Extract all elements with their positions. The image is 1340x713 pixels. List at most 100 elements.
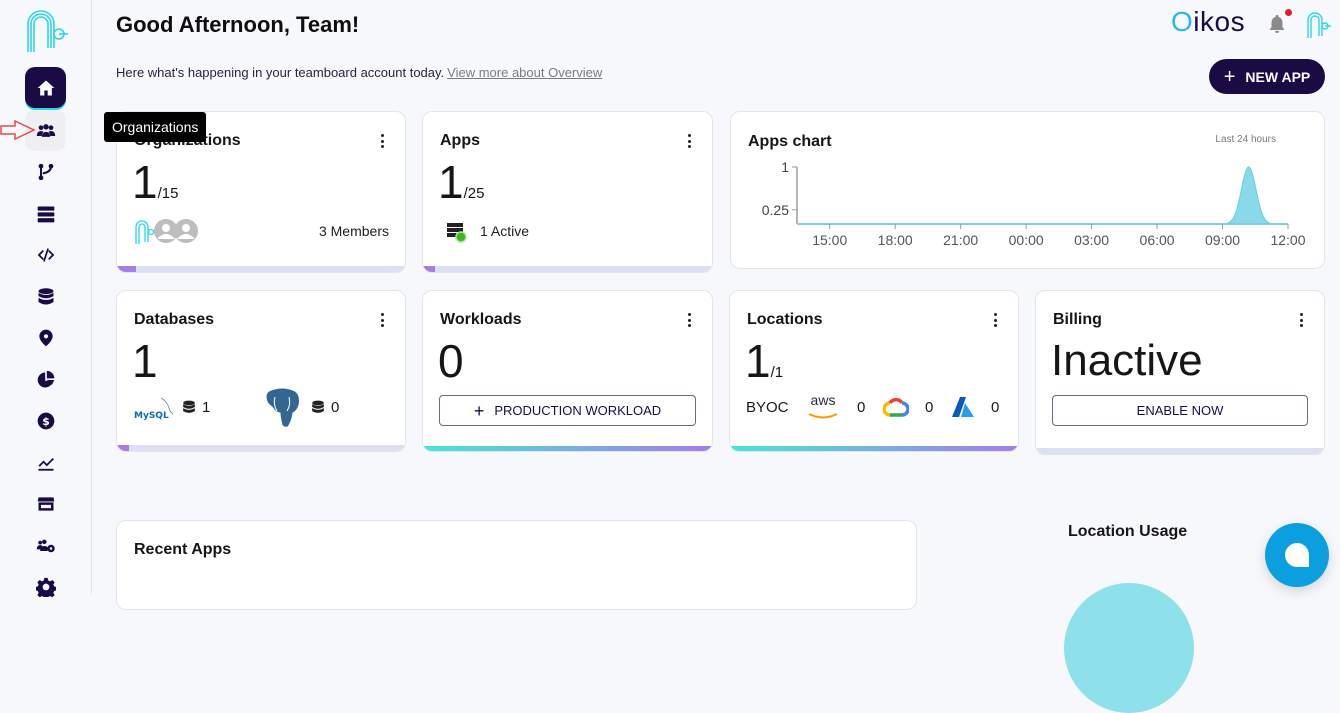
user-avatar-icon[interactable] bbox=[1305, 10, 1331, 38]
notification-dot bbox=[1285, 9, 1292, 16]
sidebar-item-billing[interactable]: $ bbox=[25, 400, 66, 441]
sidebar-item-databases[interactable] bbox=[25, 276, 66, 317]
postgresql-logo-icon bbox=[265, 387, 300, 428]
databases-progress-track bbox=[117, 445, 405, 451]
active-apps: 1 Active bbox=[480, 223, 530, 239]
card-title: Workloads bbox=[440, 311, 522, 328]
sidebar-item-marketplace[interactable] bbox=[25, 483, 66, 524]
y-tick-label: 0.25 bbox=[762, 202, 789, 218]
page-subtitle: Here what's happening in your teamboard … bbox=[116, 65, 602, 80]
count-value: 1 bbox=[438, 156, 464, 208]
x-tick-label: 00:00 bbox=[1009, 232, 1044, 248]
mysql-count: 1 bbox=[202, 399, 211, 416]
sidebar-item-servers[interactable] bbox=[25, 193, 66, 234]
databases-progress-fill bbox=[117, 445, 129, 451]
apps-chart-card: Apps chart Last 24 hours 1 0.25 15:00 18:00… bbox=[730, 111, 1325, 269]
x-tick-label: 03:00 bbox=[1074, 232, 1109, 248]
button-label: ENABLE NOW bbox=[1136, 403, 1224, 418]
more-options-icon[interactable] bbox=[1298, 313, 1304, 327]
more-options-icon[interactable] bbox=[992, 313, 998, 327]
more-options-icon[interactable] bbox=[686, 134, 692, 148]
server-active-icon bbox=[447, 223, 467, 243]
chat-widget-button[interactable] bbox=[1265, 523, 1329, 587]
new-app-button[interactable]: + NEW APP bbox=[1209, 59, 1325, 94]
recent-apps-card: Recent Apps bbox=[116, 520, 917, 610]
svg-text:MySQL: MySQL bbox=[134, 411, 169, 421]
pie-chart-icon bbox=[37, 370, 54, 387]
count-limit: /1 bbox=[770, 364, 784, 381]
production-workload-button[interactable]: + PRODUCTION WORKLOAD bbox=[439, 395, 696, 426]
database-icon bbox=[183, 400, 195, 413]
sidebar-item-home[interactable] bbox=[25, 67, 66, 108]
apps-progress-fill bbox=[423, 266, 435, 272]
sidebar-item-reports[interactable] bbox=[25, 359, 66, 400]
plus-icon: + bbox=[473, 400, 485, 421]
sidebar-item-settings[interactable] bbox=[25, 566, 66, 607]
tooltip-organizations: Organizations bbox=[104, 112, 207, 142]
locations-card: Locations 1/1 BYOC aws 0 0 0 bbox=[729, 290, 1019, 452]
count-limit: /25 bbox=[463, 185, 485, 202]
workloads-count: 0 bbox=[438, 335, 464, 387]
sidebar-item-team-settings[interactable] bbox=[25, 525, 66, 566]
x-tick-label: 12:00 bbox=[1270, 232, 1305, 248]
card-title: Billing bbox=[1053, 311, 1102, 328]
users-icon bbox=[36, 123, 55, 137]
sidebar-item-locations[interactable] bbox=[25, 317, 66, 358]
databases-card: Databases 1 MySQL 1 0 bbox=[116, 290, 406, 452]
google-cloud-icon bbox=[883, 397, 909, 417]
x-tick-label: 15:00 bbox=[812, 232, 847, 248]
sidebar: $ bbox=[0, 0, 92, 597]
byoc-label: BYOC bbox=[746, 399, 789, 416]
mysql-logo-icon: MySQL bbox=[133, 397, 175, 421]
recent-apps-title: Recent Apps bbox=[134, 541, 232, 558]
database-icon bbox=[312, 400, 324, 413]
card-title: Apps bbox=[440, 132, 480, 149]
organizations-progress-fill bbox=[117, 266, 137, 272]
bell-icon[interactable] bbox=[1268, 14, 1286, 34]
apps-chart: 1 0.25 15:00 18:00 21:00 00:00 03:00 06:00 09:00… bbox=[762, 159, 1306, 248]
enable-now-button[interactable]: ENABLE NOW bbox=[1052, 395, 1308, 426]
svg-text:$: $ bbox=[42, 415, 50, 428]
databases-count: 1 bbox=[132, 335, 158, 387]
page-title: Good Afternoon, Team! bbox=[116, 12, 360, 37]
x-tick-label: 18:00 bbox=[878, 232, 913, 248]
card-title: Locations bbox=[747, 311, 823, 328]
gcp-count: 0 bbox=[925, 399, 934, 416]
billing-status: Inactive bbox=[1051, 336, 1203, 385]
pointer-arrow-icon bbox=[0, 120, 36, 140]
aws-count: 0 bbox=[857, 399, 866, 416]
workloads-card: Workloads 0 + PRODUCTION WORKLOAD bbox=[422, 290, 713, 452]
overview-link[interactable]: View more about Overview bbox=[447, 65, 602, 80]
location-pin-icon bbox=[38, 329, 53, 346]
organizations-count: 1/15 bbox=[132, 156, 178, 220]
azure-count: 0 bbox=[991, 399, 1000, 416]
plus-icon: + bbox=[1223, 65, 1236, 88]
branch-icon bbox=[38, 163, 53, 180]
logo-icon[interactable] bbox=[22, 6, 70, 54]
new-app-label: NEW APP bbox=[1245, 68, 1311, 85]
more-options-icon[interactable] bbox=[379, 134, 385, 148]
billing-bar bbox=[1036, 448, 1324, 454]
apps-card: Apps 1/25 1 Active bbox=[422, 111, 713, 273]
more-options-icon[interactable] bbox=[686, 313, 692, 327]
aws-text: aws bbox=[810, 392, 836, 408]
member-avatars bbox=[134, 218, 198, 244]
brand-logo[interactable]: Oikos bbox=[1171, 6, 1245, 38]
sidebar-item-branches[interactable] bbox=[25, 151, 66, 192]
location-usage-title: Location Usage bbox=[1068, 523, 1188, 540]
x-tick-label: 21:00 bbox=[943, 232, 978, 248]
area-series bbox=[1226, 166, 1272, 225]
sidebar-item-code[interactable] bbox=[25, 234, 66, 275]
member-avatar-placeholder[interactable] bbox=[174, 219, 198, 243]
brand-first-letter: O bbox=[1171, 6, 1194, 37]
sidebar-item-analytics[interactable] bbox=[25, 442, 66, 483]
count-limit: /15 bbox=[157, 185, 179, 202]
dollar-icon: $ bbox=[37, 412, 54, 429]
trend-icon bbox=[38, 457, 54, 471]
gear-icon bbox=[35, 577, 56, 597]
store-icon bbox=[37, 496, 54, 511]
members-count: 3 Members bbox=[318, 223, 389, 239]
postgres-count: 0 bbox=[331, 399, 340, 416]
locations-count: 1/1 bbox=[745, 335, 783, 399]
more-options-icon[interactable] bbox=[379, 313, 385, 327]
